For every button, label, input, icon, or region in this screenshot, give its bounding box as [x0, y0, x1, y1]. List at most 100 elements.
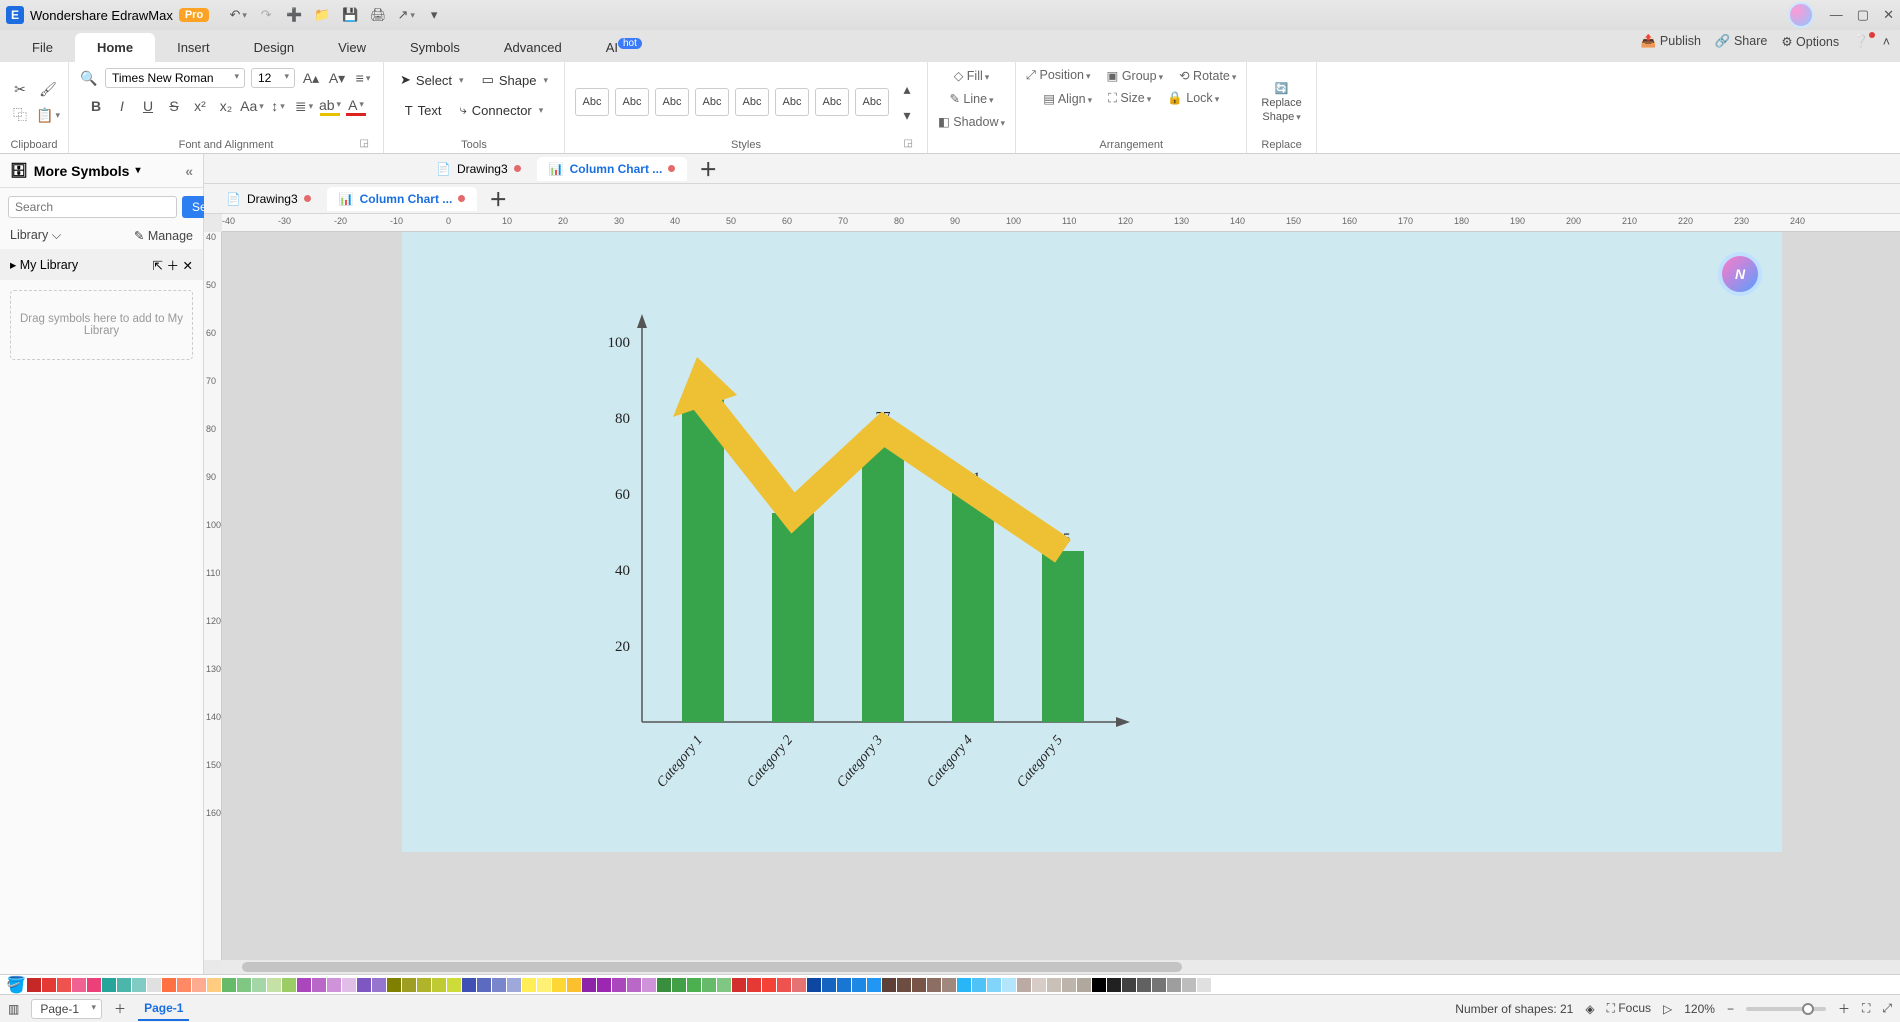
highlight-icon[interactable]: ab — [320, 96, 340, 116]
text-tool[interactable]: TText — [399, 99, 448, 122]
format-painter-icon[interactable]: 🖌 — [38, 79, 58, 99]
user-avatar[interactable] — [1788, 2, 1814, 28]
font-family-select[interactable]: Times New Roman — [105, 68, 245, 88]
color-swatch[interactable] — [342, 978, 356, 992]
color-swatch[interactable] — [192, 978, 206, 992]
color-swatch[interactable] — [972, 978, 986, 992]
close-button[interactable]: ✕ — [1883, 7, 1894, 23]
cut-icon[interactable]: ✂ — [10, 79, 30, 99]
subscript-icon[interactable]: x₂ — [216, 96, 236, 116]
strike-icon[interactable]: S — [164, 96, 184, 116]
styles-up-icon[interactable]: ▴ — [897, 79, 917, 99]
color-swatch[interactable] — [417, 978, 431, 992]
maximize-button[interactable]: ▢ — [1857, 7, 1869, 23]
color-swatch[interactable] — [747, 978, 761, 992]
layers-icon[interactable]: ◈ — [1585, 1002, 1594, 1016]
color-swatch[interactable] — [642, 978, 656, 992]
color-swatch[interactable] — [282, 978, 296, 992]
color-swatch[interactable] — [897, 978, 911, 992]
menu-symbols[interactable]: Symbols — [388, 33, 482, 62]
menu-home[interactable]: Home — [75, 33, 155, 62]
font-size-select[interactable]: 12 — [251, 68, 295, 88]
add-page-button[interactable]: ＋ — [114, 1000, 126, 1017]
color-swatch[interactable] — [567, 978, 581, 992]
color-swatch[interactable] — [252, 978, 266, 992]
collapse-panel-button[interactable]: « — [185, 163, 193, 179]
style-preset[interactable]: Abc — [695, 88, 729, 116]
menu-design[interactable]: Design — [232, 33, 316, 62]
color-swatch[interactable] — [87, 978, 101, 992]
color-swatch[interactable] — [852, 978, 866, 992]
style-preset[interactable]: Abc — [815, 88, 849, 116]
styles-launcher-icon[interactable]: ◲ — [904, 138, 913, 149]
font-color-icon[interactable]: A — [346, 96, 366, 116]
color-swatch[interactable] — [117, 978, 131, 992]
lib-add-icon[interactable]: ＋ — [167, 259, 180, 273]
color-swatch[interactable] — [807, 978, 821, 992]
doc-tab-column-chart[interactable]: 📊Column Chart ... — [537, 157, 688, 181]
color-swatch[interactable] — [357, 978, 371, 992]
open-button[interactable]: 📁 — [313, 6, 331, 24]
color-swatch[interactable] — [492, 978, 506, 992]
case-icon[interactable]: Aa — [242, 96, 262, 116]
color-swatch[interactable] — [1047, 978, 1061, 992]
style-preset[interactable]: Abc — [575, 88, 609, 116]
new-button[interactable]: ➕ — [285, 6, 303, 24]
color-swatch[interactable] — [837, 978, 851, 992]
style-preset[interactable]: Abc — [655, 88, 689, 116]
color-swatch[interactable] — [762, 978, 776, 992]
style-preset[interactable]: Abc — [855, 88, 889, 116]
color-swatch[interactable] — [1077, 978, 1091, 992]
publish-button[interactable]: 📤 Publish — [1641, 34, 1701, 49]
color-swatch[interactable] — [372, 978, 386, 992]
color-swatch[interactable] — [297, 978, 311, 992]
library-drop-zone[interactable]: Drag symbols here to add to My Library — [10, 290, 193, 360]
shape-tool[interactable]: ▭Shape — [476, 68, 554, 92]
share-button[interactable]: 🔗 Share — [1715, 34, 1767, 49]
color-swatch[interactable] — [132, 978, 146, 992]
save-button[interactable]: 💾 — [341, 6, 359, 24]
rotate-button[interactable]: ⟲ Rotate — [1179, 68, 1236, 83]
export-button[interactable]: ↗ — [397, 6, 415, 24]
fullscreen-icon[interactable]: ⤢ — [1882, 1001, 1892, 1016]
zoom-out-button[interactable]: − — [1727, 1002, 1734, 1016]
doc-tab-drawing3[interactable]: 📄Drawing3 — [424, 157, 533, 181]
color-swatch[interactable] — [867, 978, 881, 992]
color-swatch[interactable] — [822, 978, 836, 992]
presentation-icon[interactable]: ▷ — [1663, 1002, 1672, 1016]
color-swatch[interactable] — [177, 978, 191, 992]
fit-page-icon[interactable]: ⛶ — [1862, 1001, 1870, 1016]
shrink-font-icon[interactable]: A▾ — [327, 68, 347, 88]
style-preset[interactable]: Abc — [735, 88, 769, 116]
color-swatch[interactable] — [102, 978, 116, 992]
color-swatch[interactable] — [147, 978, 161, 992]
color-swatch[interactable] — [702, 978, 716, 992]
color-swatch[interactable] — [1062, 978, 1076, 992]
redo-button[interactable]: ↷ — [257, 6, 275, 24]
my-library-toggle[interactable]: ▸ My Library — [10, 257, 78, 272]
color-swatch[interactable] — [687, 978, 701, 992]
color-swatch[interactable] — [387, 978, 401, 992]
paste-icon[interactable]: 📋 — [38, 105, 58, 125]
color-swatch[interactable] — [477, 978, 491, 992]
focus-button[interactable]: ⛶ Focus — [1607, 1001, 1651, 1016]
shadow-button[interactable]: ◧ Shadow — [938, 114, 1005, 129]
color-swatch[interactable] — [732, 978, 746, 992]
doc-tab-drawing3[interactable]: 📄Drawing3 — [214, 187, 323, 211]
color-swatch[interactable] — [327, 978, 341, 992]
color-swatch[interactable] — [522, 978, 536, 992]
canvas-viewport[interactable]: N 2040608010085Category 155Category 277C… — [222, 232, 1900, 960]
color-swatch[interactable] — [312, 978, 326, 992]
position-button[interactable]: ⤢ Position — [1026, 68, 1091, 83]
options-button[interactable]: ⚙ Options — [1781, 34, 1839, 49]
copy-icon[interactable]: ⿻ — [10, 105, 30, 125]
zoom-in-button[interactable]: ＋ — [1838, 1000, 1850, 1017]
color-swatch[interactable] — [612, 978, 626, 992]
italic-icon[interactable]: I — [112, 96, 132, 116]
color-swatch[interactable] — [717, 978, 731, 992]
menu-ai[interactable]: AIhot — [584, 33, 664, 62]
color-swatch[interactable] — [1002, 978, 1016, 992]
color-swatch[interactable] — [582, 978, 596, 992]
style-preset[interactable]: Abc — [775, 88, 809, 116]
color-swatch[interactable] — [447, 978, 461, 992]
